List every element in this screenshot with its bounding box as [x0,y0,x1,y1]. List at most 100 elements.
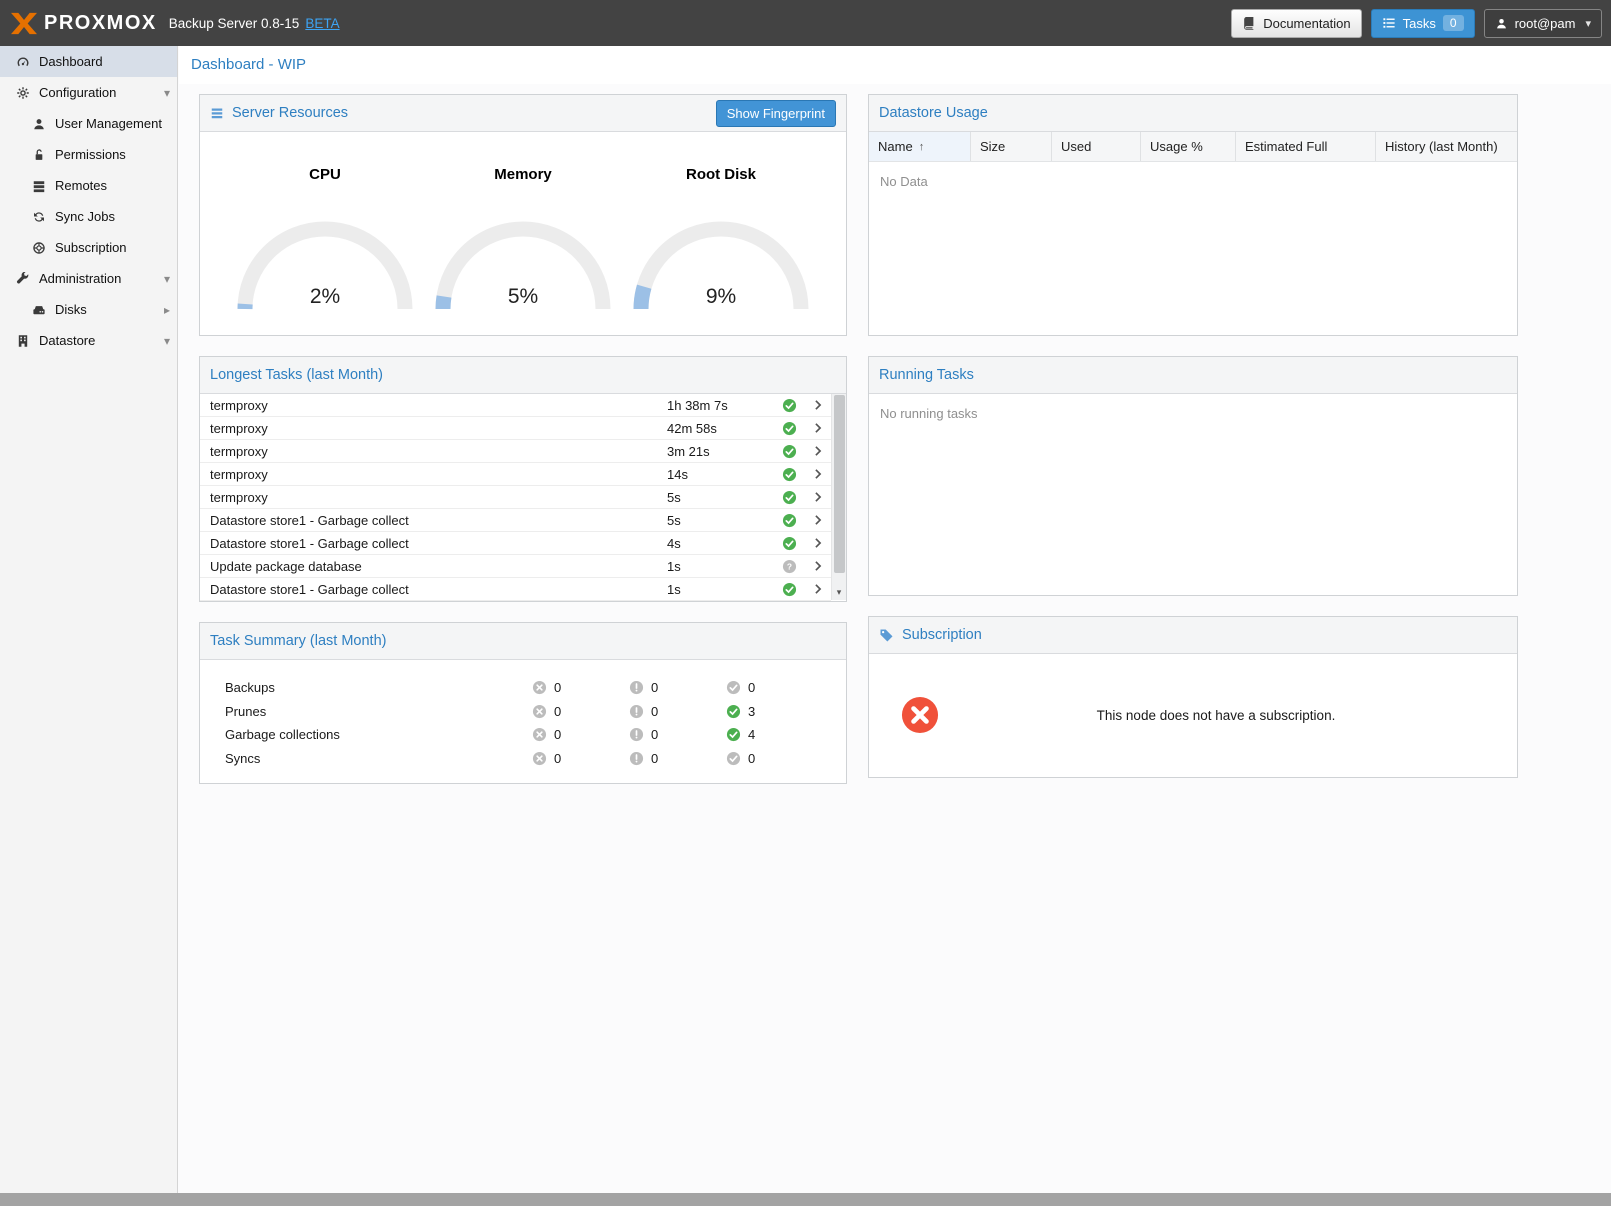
unlock-icon [29,148,48,162]
gears-icon [13,86,32,100]
gauge-value: 5% [428,285,618,309]
datastore-usage-title: Datastore Usage [879,105,988,121]
tasks-count-badge: 0 [1443,15,1464,31]
chevron-right-icon[interactable] [805,582,831,596]
gauge-memory: Memory5% [428,166,618,334]
chevron-right-icon[interactable] [805,490,831,504]
user-menu-button[interactable]: root@pam ▾ [1484,9,1602,38]
sidebar-item-configuration[interactable]: Configuration▾ [0,77,177,108]
ok-count[interactable]: 4 [726,727,823,742]
warning-count[interactable]: 0 [629,727,726,742]
tasks-button[interactable]: Tasks 0 [1371,9,1475,38]
column-header-name[interactable]: Name↑ [869,132,971,161]
task-row[interactable]: Datastore store1 - Garbage collect1s [200,578,831,601]
task-name: termproxy [200,444,667,459]
top-bar: PROXMOX Backup Server 0.8-15 BETA Docume… [0,0,1611,46]
bars-icon [210,106,224,120]
left-column: Server Resources Show Fingerprint CPU2%M… [199,94,847,784]
product-version: Backup Server 0.8-15 [169,16,300,31]
error-count[interactable]: 0 [532,704,629,719]
task-row[interactable]: termproxy1h 38m 7s [200,394,831,417]
show-fingerprint-button[interactable]: Show Fingerprint [716,100,836,127]
sidebar-item-administration[interactable]: Administration▾ [0,263,177,294]
no-subscription-icon [901,696,939,734]
task-row[interactable]: Datastore store1 - Garbage collect5s [200,509,831,532]
warning-count[interactable]: 0 [629,704,726,719]
chevron-right-icon[interactable] [805,467,831,481]
ok-status-icon [782,398,797,413]
sort-ascending-icon: ↑ [919,141,925,153]
beta-link[interactable]: BETA [305,16,339,31]
warning-count[interactable]: 0 [629,751,726,766]
dashboard-content: Server Resources Show Fingerprint CPU2%M… [179,84,1611,784]
ok-status-icon [782,421,797,436]
chevron-right-icon[interactable] [805,421,831,435]
ok-count[interactable]: 0 [726,680,823,695]
task-summary-row-backups: Backups000 [200,676,846,700]
task-row[interactable]: termproxy42m 58s [200,417,831,440]
sidebar-item-disks[interactable]: Disks▸ [0,294,177,325]
sidebar-item-datastore[interactable]: Datastore▾ [0,325,177,356]
warning-count[interactable]: 0 [629,680,726,695]
task-summary-row-prunes: Prunes003 [200,700,846,724]
chevron-right-icon[interactable] [805,559,831,573]
datastore-grid-header: Name↑SizeUsedUsage %Estimated FullHistor… [869,132,1517,162]
sidebar-item-label: Remotes [55,178,170,193]
column-header-size[interactable]: Size [971,132,1052,161]
ok-count[interactable]: 0 [726,751,823,766]
unknown-status-icon: ? [782,559,797,574]
column-header-estimated-full[interactable]: Estimated Full [1236,132,1376,161]
ok-status-icon [726,751,741,766]
task-row[interactable]: termproxy5s [200,486,831,509]
error-count[interactable]: 0 [532,751,629,766]
scrollbar-thumb[interactable] [834,395,845,573]
column-header-used[interactable]: Used [1052,132,1141,161]
task-duration: 42m 58s [667,421,773,436]
task-duration: 4s [667,536,773,551]
task-row[interactable]: termproxy3m 21s [200,440,831,463]
scrollbar-down-button[interactable]: ▾ [832,585,846,600]
chevron-right-icon[interactable]: ▸ [164,303,170,317]
chevron-down-icon[interactable]: ▾ [164,334,170,348]
chevron-down-icon[interactable]: ▾ [164,86,170,100]
column-header-history-last-month-[interactable]: History (last Month) [1376,132,1517,161]
scrollbar[interactable]: ▾ [831,394,846,600]
gauge-cpu: CPU2% [230,166,420,334]
sidebar-item-dashboard[interactable]: Dashboard [0,46,177,77]
gauges-container: CPU2%Memory5%Root Disk9% [200,132,846,334]
task-row[interactable]: Datastore store1 - Garbage collect4s [200,532,831,555]
column-header-usage-[interactable]: Usage % [1141,132,1236,161]
task-name: Datastore store1 - Garbage collect [200,536,667,551]
error-status-icon [532,680,547,695]
sidebar-item-permissions[interactable]: Permissions [0,139,177,170]
ok-count[interactable]: 3 [726,704,823,719]
task-summary-row-syncs: Syncs000 [200,747,846,771]
chevron-right-icon[interactable] [805,513,831,527]
right-column: Datastore Usage Name↑SizeUsedUsage %Esti… [868,94,1518,784]
task-summary-header: Task Summary (last Month) [200,623,846,660]
task-duration: 1h 38m 7s [667,398,773,413]
ok-status-icon [782,467,797,482]
warning-status-icon [629,751,644,766]
task-name: termproxy [200,467,667,482]
chevron-right-icon[interactable] [805,398,831,412]
chevron-right-icon[interactable] [805,536,831,550]
documentation-button[interactable]: Documentation [1231,9,1361,38]
documentation-label: Documentation [1263,16,1350,31]
chevron-right-icon[interactable] [805,444,831,458]
task-row[interactable]: termproxy14s [200,463,831,486]
sidebar-item-remotes[interactable]: Remotes [0,170,177,201]
sidebar-item-subscription[interactable]: Subscription [0,232,177,263]
task-duration: 3m 21s [667,444,773,459]
sidebar-item-user-management[interactable]: User Management [0,108,177,139]
sidebar-item-sync-jobs[interactable]: Sync Jobs [0,201,177,232]
running-tasks-body: No running tasks [869,394,1517,594]
building-icon [13,334,32,348]
svg-text:?: ? [786,561,791,571]
chevron-down-icon[interactable]: ▾ [164,272,170,286]
sidebar-item-label: User Management [55,116,170,131]
error-count[interactable]: 0 [532,680,629,695]
task-row[interactable]: Update package database1s? [200,555,831,578]
task-summary-title: Task Summary (last Month) [210,633,386,649]
error-count[interactable]: 0 [532,727,629,742]
